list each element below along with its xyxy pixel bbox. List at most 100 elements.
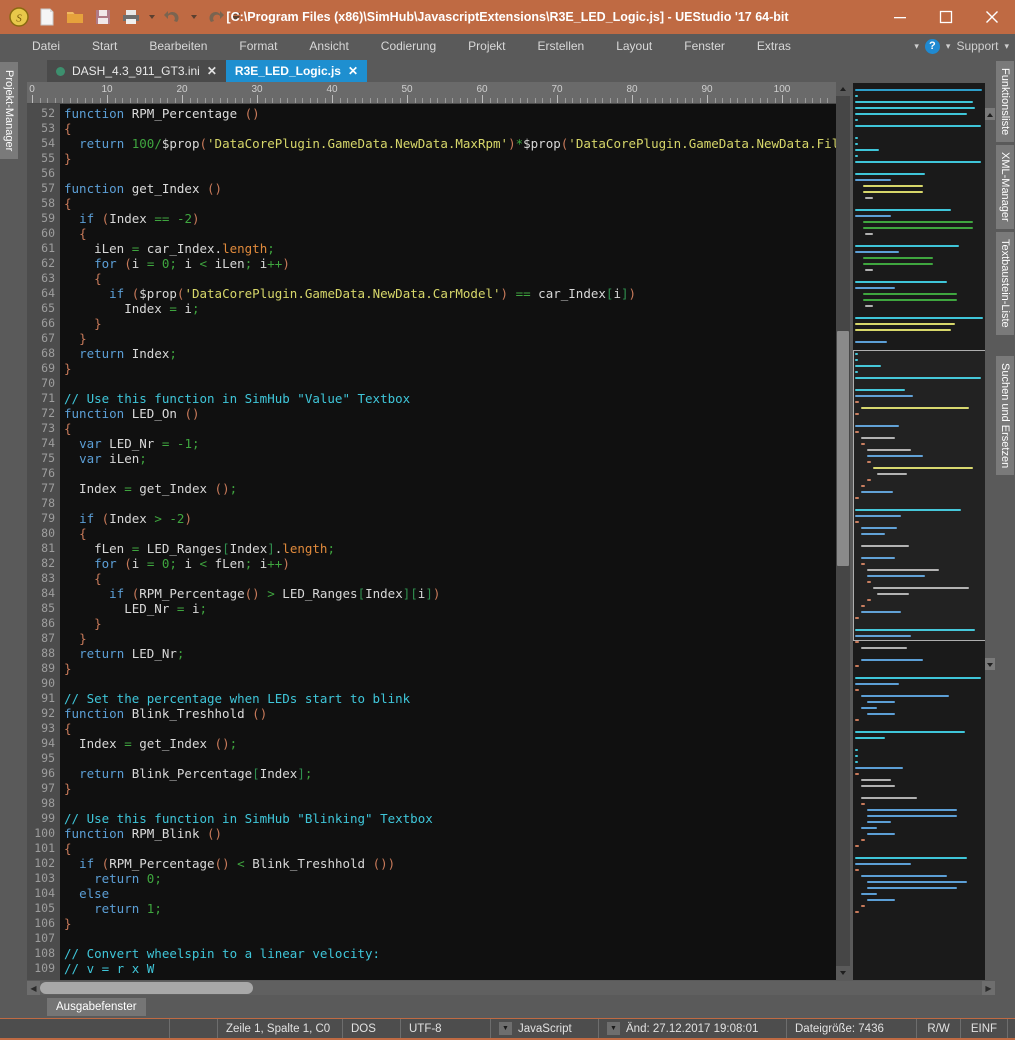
support-dropdown-icon[interactable]: ▾ bbox=[1004, 41, 1009, 52]
sidebar-item-projekt-manager[interactable]: Projekt-Manager bbox=[0, 62, 18, 160]
minimap-line bbox=[861, 563, 865, 565]
menu-item-start[interactable]: Start bbox=[76, 34, 133, 58]
editor-pane: 0 10 20 30 40 50 60 70 80 90 100 52 53 54 55 56 57 58 59 6… bbox=[27, 82, 836, 980]
minimap-line bbox=[861, 827, 877, 829]
menu-bar: Datei Start Bearbeiten Format Ansicht Co… bbox=[0, 34, 1015, 58]
ruler-tick bbox=[429, 98, 431, 103]
help-dropdown-icon[interactable]: ▾ bbox=[946, 41, 951, 52]
minimap-scrollbar[interactable] bbox=[985, 82, 995, 980]
new-file-icon[interactable] bbox=[33, 3, 61, 31]
tab-r3e-led-logic-js[interactable]: R3E_LED_Logic.js ✕ bbox=[225, 60, 368, 82]
minimap-line bbox=[863, 221, 973, 223]
hscroll-track[interactable] bbox=[40, 981, 982, 995]
menu-item-format[interactable]: Format bbox=[223, 34, 293, 58]
code-token: ; bbox=[229, 736, 238, 751]
status-insert-mode[interactable]: EINF bbox=[961, 1019, 1008, 1038]
minimap-viewport[interactable] bbox=[853, 350, 986, 641]
code-minimap[interactable] bbox=[850, 82, 995, 980]
hscroll-thumb[interactable] bbox=[40, 982, 253, 994]
menu-item-fenster[interactable]: Fenster bbox=[668, 34, 741, 58]
status-modified[interactable]: ▼ Änd: 27.12.2017 19:08:01 bbox=[599, 1019, 787, 1038]
code-token: LED_Nr bbox=[101, 436, 162, 451]
status-cursor-position[interactable]: Zeile 1, Spalte 1, C0 bbox=[218, 1019, 343, 1038]
scroll-left-icon[interactable]: ◀ bbox=[27, 981, 40, 995]
tab-dash-ini[interactable]: DASH_4.3_911_GT3.ini ✕ bbox=[47, 60, 226, 82]
editor-area: 0 10 20 30 40 50 60 70 80 90 100 52 53 54 55 56 57 58 59 6… bbox=[20, 82, 995, 980]
menu-item-ansicht[interactable]: Ansicht bbox=[293, 34, 364, 58]
help-icon[interactable]: ? bbox=[924, 38, 940, 54]
vscroll-track[interactable] bbox=[836, 96, 850, 966]
status-column-mode[interactable]: COL bbox=[1008, 1019, 1015, 1038]
sidebar-item-xml-manager[interactable]: XML-Manager bbox=[996, 145, 1014, 229]
menu-item-datei[interactable]: Datei bbox=[16, 34, 76, 58]
toolbar-overflow-icon[interactable] bbox=[229, 3, 243, 31]
minimize-button[interactable] bbox=[877, 0, 923, 34]
code-token: LED_Ranges bbox=[274, 586, 358, 601]
chevron-down-icon[interactable]: ▼ bbox=[607, 1022, 620, 1035]
editor-vertical-scrollbar[interactable] bbox=[836, 82, 850, 980]
code-line: function Blink_Treshhold () bbox=[64, 706, 836, 721]
status-line-ending[interactable]: DOS bbox=[343, 1019, 401, 1038]
menu-item-projekt[interactable]: Projekt bbox=[452, 34, 521, 58]
line-number: 77 bbox=[41, 481, 55, 495]
code-line: { bbox=[64, 196, 836, 211]
code-line: } bbox=[64, 661, 836, 676]
status-language-label: JavaScript bbox=[518, 1022, 572, 1035]
ruler-tick bbox=[527, 98, 528, 103]
app-logo-icon[interactable]: S bbox=[5, 3, 33, 31]
open-folder-icon[interactable] bbox=[61, 3, 89, 31]
minimap-line bbox=[861, 533, 885, 535]
undo-icon[interactable] bbox=[159, 3, 187, 31]
close-icon[interactable]: ✕ bbox=[348, 64, 358, 78]
ruler-tick bbox=[789, 98, 791, 103]
line-number: 64 bbox=[41, 286, 55, 300]
chevron-down-icon[interactable]: ▼ bbox=[499, 1022, 512, 1035]
menu-item-bearbeiten[interactable]: Bearbeiten bbox=[133, 34, 223, 58]
sidebar-item-funktionsliste[interactable]: Funktionsliste bbox=[996, 61, 1014, 143]
status-readwrite[interactable]: R/W bbox=[917, 1019, 961, 1038]
menu-overflow-chevron-icon[interactable]: ▾ bbox=[914, 41, 919, 52]
scroll-right-icon[interactable]: ▶ bbox=[982, 981, 995, 995]
ruler-tick bbox=[114, 98, 116, 103]
status-encoding[interactable]: UTF-8 bbox=[401, 1019, 491, 1038]
scroll-down-icon[interactable] bbox=[836, 966, 850, 980]
minimap-line bbox=[855, 251, 899, 253]
menu-item-extras[interactable]: Extras bbox=[741, 34, 807, 58]
minimap-line bbox=[855, 245, 959, 247]
code-token: Index bbox=[64, 736, 125, 751]
code-line: function RPM_Percentage () bbox=[64, 106, 836, 121]
sidebar-item-textbaustein-liste[interactable]: Textbaustein-Liste bbox=[996, 231, 1014, 335]
support-link[interactable]: Support bbox=[956, 39, 998, 53]
close-button[interactable] bbox=[969, 0, 1015, 34]
undo-dropdown-icon[interactable] bbox=[187, 3, 201, 31]
ruler-tick bbox=[564, 98, 566, 103]
line-number: 92 bbox=[41, 706, 55, 720]
ruler-tick bbox=[197, 98, 198, 103]
tab-ausgabefenster[interactable]: Ausgabefenster bbox=[47, 998, 146, 1016]
line-number: 67 bbox=[41, 331, 55, 345]
print-icon[interactable] bbox=[117, 3, 145, 31]
menu-item-codierung[interactable]: Codierung bbox=[365, 34, 452, 58]
code-token: iLen bbox=[207, 256, 245, 271]
minimap-line bbox=[855, 731, 965, 733]
vscroll-thumb[interactable] bbox=[837, 331, 849, 566]
minimap-scroll-up-icon[interactable] bbox=[985, 108, 995, 120]
maximize-button[interactable] bbox=[923, 0, 969, 34]
redo-icon[interactable] bbox=[201, 3, 229, 31]
menu-item-layout[interactable]: Layout bbox=[600, 34, 668, 58]
print-dropdown-icon[interactable] bbox=[145, 3, 159, 31]
sidebar-item-suchen-und-ersetzen[interactable]: Suchen und Ersetzen bbox=[996, 355, 1014, 475]
code-editor[interactable]: function RPM_Percentage (){ return 100/$… bbox=[60, 104, 836, 980]
save-icon[interactable] bbox=[89, 3, 117, 31]
status-language[interactable]: ▼ JavaScript bbox=[491, 1019, 599, 1038]
scroll-up-icon[interactable] bbox=[836, 82, 850, 96]
line-number: 78 bbox=[41, 496, 55, 510]
minimap-scroll-down-icon[interactable] bbox=[985, 658, 995, 670]
menu-item-erstellen[interactable]: Erstellen bbox=[522, 34, 601, 58]
editor-horizontal-scrollbar[interactable]: ◀ ▶ bbox=[20, 980, 995, 996]
close-icon[interactable]: ✕ bbox=[207, 64, 217, 78]
minimap-canvas[interactable] bbox=[853, 83, 988, 980]
minimap-line bbox=[855, 749, 858, 751]
